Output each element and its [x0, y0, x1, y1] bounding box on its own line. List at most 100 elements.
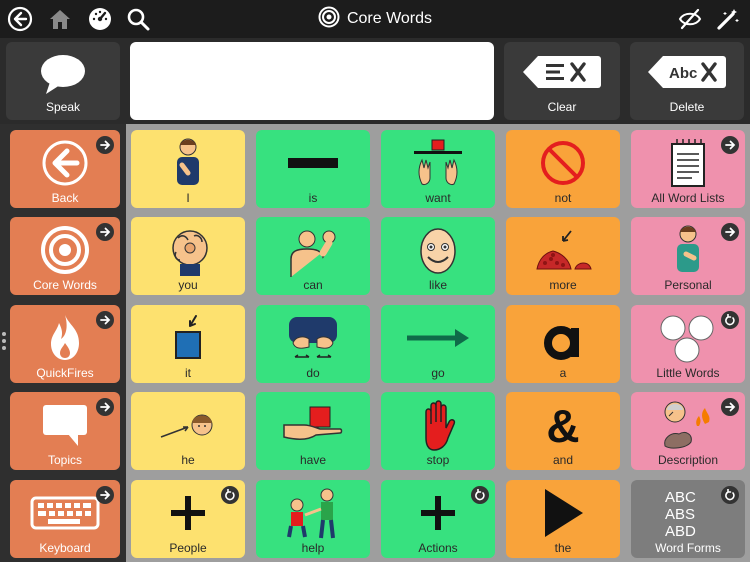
pointing-at-boy-icon: [131, 396, 245, 454]
clear-label: Clear: [547, 100, 577, 114]
return-icon: [721, 311, 739, 329]
word-label: Personal: [664, 278, 712, 292]
word-label: and: [552, 453, 574, 467]
svg-text:ABS: ABS: [665, 506, 695, 523]
target-icon: [318, 6, 340, 33]
home-icon[interactable]: [46, 5, 74, 33]
folder-little-words[interactable]: Little Words: [631, 305, 745, 383]
word-tile-can[interactable]: can: [256, 217, 370, 295]
folder-word-forms[interactable]: ABC ABS ABD Word Forms: [631, 480, 745, 558]
pile-icon: [506, 221, 620, 279]
word-label: People: [169, 541, 207, 555]
word-tile-a[interactable]: a: [506, 305, 620, 383]
arrow-right-icon: [96, 398, 114, 416]
word-tile-actions[interactable]: Actions: [381, 480, 495, 558]
back-circle-icon[interactable]: [6, 5, 34, 33]
word-tile-go[interactable]: go: [381, 305, 495, 383]
smiley-face-icon: [381, 221, 495, 279]
word-label: Word Forms: [655, 541, 721, 555]
delete-button[interactable]: Abc Delete: [630, 42, 744, 120]
person-pointing-self-icon: [131, 134, 245, 192]
word-tile-and[interactable]: & and: [506, 392, 620, 470]
right-arrow-icon: [381, 309, 495, 367]
arrow-right-icon: [721, 398, 739, 416]
top-bar: Core Words: [0, 0, 750, 38]
speak-row: Speak Clear Abc Delete: [0, 38, 750, 124]
word-label: All Word Lists: [651, 191, 725, 205]
nav-quickfires-button[interactable]: QuickFires: [10, 305, 120, 383]
nav-topics-button[interactable]: Topics: [10, 392, 120, 470]
word-label: can: [303, 278, 323, 292]
hands-action-icon: [256, 309, 370, 367]
speak-button[interactable]: Speak: [6, 42, 120, 120]
word-tile-do[interactable]: do: [256, 305, 370, 383]
edit-wand-icon[interactable]: [714, 5, 742, 33]
search-icon[interactable]: [124, 5, 152, 33]
blue-square-icon: [131, 309, 245, 367]
delete-icon: Abc: [630, 52, 744, 92]
word-tile-you[interactable]: you: [131, 217, 245, 295]
letter-a-icon: [506, 309, 620, 367]
word-label: stop: [426, 453, 450, 467]
nav-core-words-button[interactable]: Core Words: [10, 217, 120, 295]
word-label: Description: [657, 453, 719, 467]
word-label: the: [554, 541, 572, 555]
word-tile-like[interactable]: like: [381, 217, 495, 295]
word-tile-people[interactable]: People: [131, 480, 245, 558]
prohibited-icon: [506, 134, 620, 192]
svg-text:ABC: ABC: [665, 489, 696, 506]
word-tile-not[interactable]: not: [506, 130, 620, 208]
folder-all-word-lists[interactable]: All Word Lists: [631, 130, 745, 208]
word-label: you: [178, 278, 198, 292]
word-tile-i[interactable]: I: [131, 130, 245, 208]
word-tile-stop[interactable]: stop: [381, 392, 495, 470]
word-label: help: [301, 541, 325, 555]
nav-keyboard-button[interactable]: Keyboard: [10, 480, 120, 558]
arrow-right-icon: [96, 136, 114, 154]
vocabulary-grid: Back Core Words QuickFires Topics Keyboa…: [0, 124, 750, 562]
message-bar[interactable]: [130, 42, 494, 120]
delete-label: Delete: [669, 100, 705, 114]
two-people-helping-icon: [256, 484, 370, 542]
speedometer-icon[interactable]: [86, 5, 114, 33]
hand-holding-box-icon: [256, 396, 370, 454]
word-tile-is[interactable]: is: [256, 130, 370, 208]
word-label: I: [186, 191, 190, 205]
word-tile-it[interactable]: it: [131, 305, 245, 383]
folder-description[interactable]: Description: [631, 392, 745, 470]
nav-label: Core Words: [33, 278, 97, 292]
svg-text:Abc: Abc: [669, 65, 697, 82]
word-label: more: [549, 278, 577, 292]
dash-icon: [256, 134, 370, 192]
nav-label: Topics: [47, 453, 82, 467]
word-label: want: [425, 191, 451, 205]
pointing-hand-icon: [131, 221, 245, 279]
speak-label: Speak: [45, 100, 81, 114]
word-tile-want[interactable]: want: [381, 130, 495, 208]
ampersand-icon: &: [506, 396, 620, 454]
word-tile-the[interactable]: the: [506, 480, 620, 558]
clear-icon: [504, 52, 620, 92]
word-tile-help[interactable]: help: [256, 480, 370, 558]
word-tile-have[interactable]: have: [256, 392, 370, 470]
hands-reaching-icon: [381, 134, 495, 192]
stop-hand-icon: [381, 396, 495, 454]
nav-label: Back: [51, 191, 79, 205]
play-triangle-icon: [506, 484, 620, 542]
nav-label: QuickFires: [36, 366, 94, 380]
folder-personal[interactable]: Personal: [631, 217, 745, 295]
clear-button[interactable]: Clear: [504, 42, 620, 120]
svg-text:ABD: ABD: [665, 523, 696, 540]
word-label: like: [428, 278, 447, 292]
word-tile-he[interactable]: he: [131, 392, 245, 470]
arrow-right-icon: [721, 223, 739, 241]
word-label: he: [181, 453, 195, 467]
word-label: go: [431, 366, 445, 380]
hide-icon[interactable]: [676, 5, 704, 33]
arrow-right-icon: [96, 486, 114, 504]
nav-back-button[interactable]: Back: [10, 130, 120, 208]
word-label: do: [306, 366, 320, 380]
word-label: is: [308, 191, 318, 205]
page-dots: [2, 332, 6, 353]
word-tile-more[interactable]: more: [506, 217, 620, 295]
